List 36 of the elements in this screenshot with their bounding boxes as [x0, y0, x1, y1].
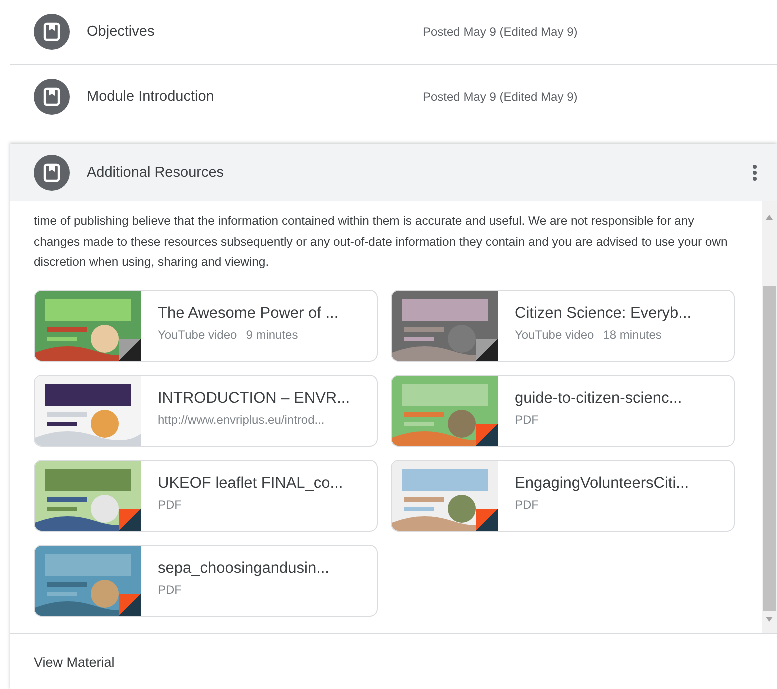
post-title[interactable]: Objectives	[87, 24, 423, 40]
card-header[interactable]: Additional Resources	[10, 144, 777, 201]
attachment-type: YouTube video	[158, 328, 238, 342]
attachment-title: Citizen Science: Everyb...	[515, 304, 692, 322]
bookmark-icon	[34, 14, 70, 50]
attachment-type: PDF	[515, 498, 539, 512]
view-material-link[interactable]: View Material	[34, 654, 115, 670]
attachment-card[interactable]: EngagingVolunteersCiti... PDF	[391, 460, 735, 532]
attachment-title: EngagingVolunteersCiti...	[515, 474, 690, 492]
post-title[interactable]: Module Introduction	[87, 88, 423, 104]
attachment-title: The Awesome Power of ...	[158, 304, 339, 322]
attachment-title: UKEOF leaflet FINAL_co...	[158, 474, 344, 492]
attachment-type: PDF	[515, 412, 539, 426]
attachment-card[interactable]: The Awesome Power of ... YouTube video 9 minutes	[34, 290, 378, 362]
bookmark-icon	[34, 154, 70, 190]
attachment-type: http://www.envriplus.eu/introd...	[158, 412, 325, 426]
post-date: Posted May 9 (Edited May 9)	[423, 25, 578, 39]
attachment-type: YouTube video	[515, 328, 594, 342]
post-date: Posted May 9 (Edited May 9)	[423, 90, 578, 104]
bookmark-icon	[34, 78, 70, 114]
material-title: Additional Resources	[87, 164, 226, 180]
attachment-title: INTRODUCTION – ENVR...	[158, 390, 350, 408]
video-duration: 18 minutes	[603, 328, 662, 342]
attachment-card[interactable]: INTRODUCTION – ENVR... http://www.envriplus.eu/introd...	[34, 374, 378, 446]
attachment-card[interactable]: sepa_choosingandusin... PDF	[34, 544, 378, 616]
video-duration: 9 minutes	[246, 328, 298, 342]
attachment-title: sepa_choosingandusin...	[158, 560, 330, 578]
more-options-icon[interactable]	[753, 164, 757, 180]
attachment-card[interactable]: guide-to-citizen-scienc... PDF	[391, 374, 735, 446]
scrollbar[interactable]	[762, 201, 777, 633]
attachment-card[interactable]: Citizen Science: Everyb... YouTube video 18 minutes	[391, 290, 735, 362]
attachment-type: PDF	[158, 498, 182, 512]
description-text: time of publishing believe that the information contained within them is accurate and useful. We are not responsible for any changes made to these resources subsequently or any out-of-date information they contain and you are advised to use your own discretion when using, sharing and viewing.	[34, 213, 729, 271]
attachment-title: guide-to-citizen-scienc...	[515, 390, 682, 408]
attachment-card[interactable]: UKEOF leaflet FINAL_co... PDF	[34, 460, 378, 532]
attachment-type: PDF	[158, 582, 182, 596]
